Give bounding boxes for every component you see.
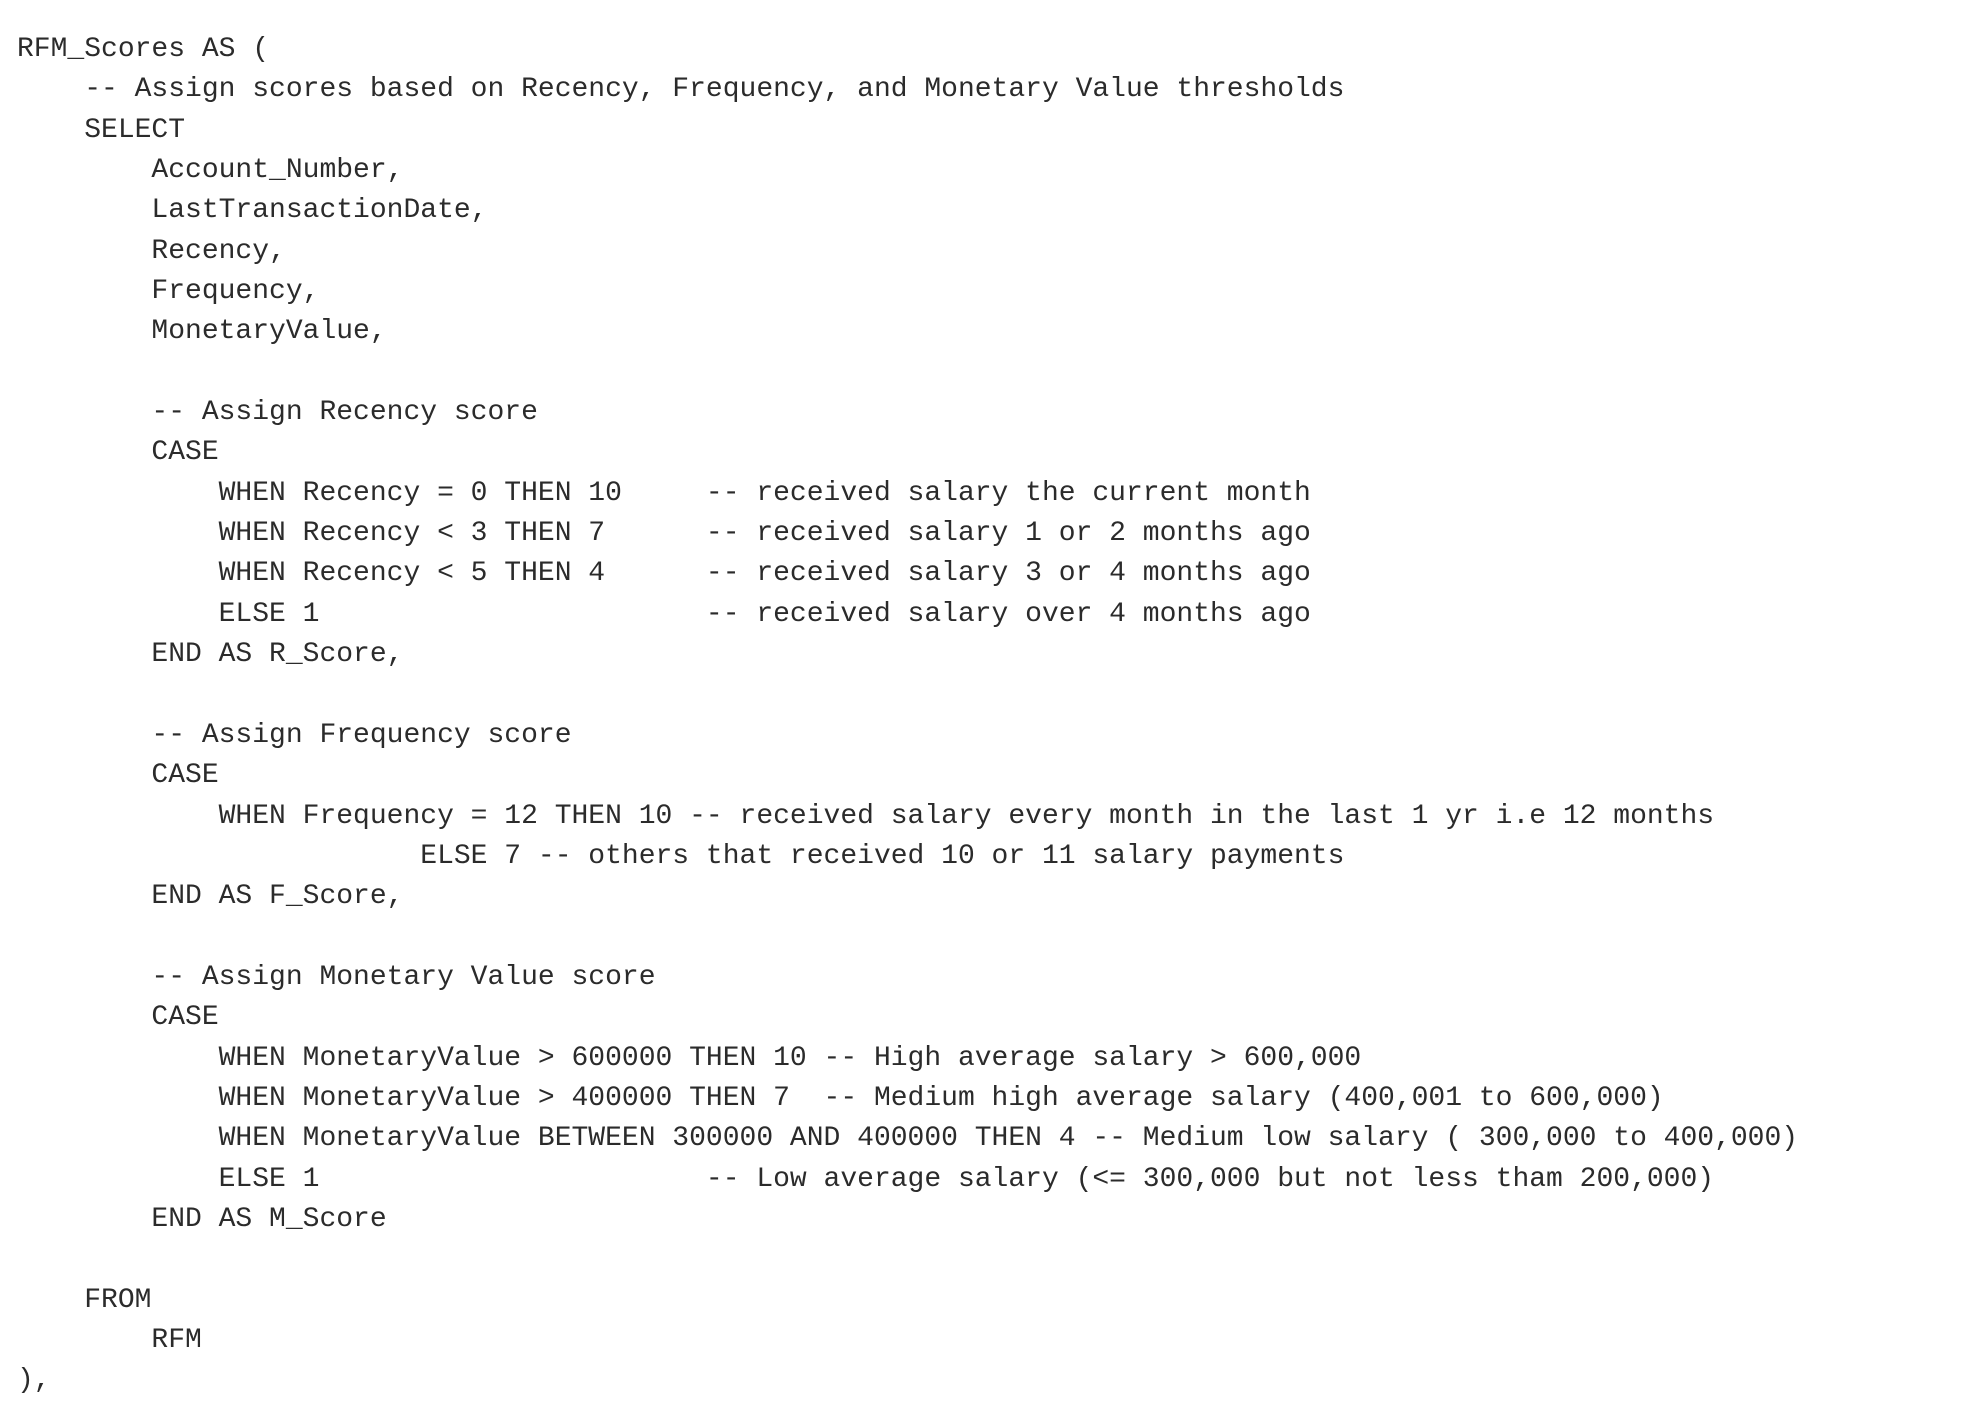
- code-line-32: FROM: [17, 1284, 152, 1316]
- code-line-28: WHEN MonetaryValue BETWEEN 300000 AND 40…: [17, 1123, 1799, 1155]
- code-line-16: END AS R_Score,: [17, 639, 404, 671]
- code-line-19: CASE: [17, 760, 219, 792]
- code-line-26: WHEN MonetaryValue > 600000 THEN 10 -- H…: [17, 1042, 1362, 1074]
- code-line-14: WHEN Recency < 5 THEN 4 -- received sala…: [17, 558, 1311, 590]
- code-line-30: END AS M_Score: [17, 1203, 387, 1235]
- code-line-1: RFM_Scores AS (: [17, 34, 270, 65]
- code-line-24: -- Assign Monetary Value score: [17, 961, 656, 993]
- code-line-25: CASE: [17, 1002, 219, 1034]
- code-line-4: Account_Number,: [17, 155, 404, 187]
- code-line-12: WHEN Recency = 0 THEN 10 -- received sal…: [17, 477, 1311, 509]
- code-line-10: -- Assign Recency score: [17, 397, 538, 429]
- code-line-33: RFM: [17, 1325, 202, 1356]
- code-line-5: LastTransactionDate,: [17, 195, 488, 227]
- code-line-6: Recency,: [17, 235, 286, 267]
- code-line-34: ),: [17, 1365, 51, 1397]
- code-line-3: SELECT: [17, 114, 186, 146]
- code-line-22: END AS F_Score,: [17, 881, 404, 913]
- code-line-18: -- Assign Frequency score: [17, 719, 572, 751]
- code-line-11: CASE: [17, 437, 219, 469]
- code-line-13: WHEN Recency < 3 THEN 7 -- received sala…: [17, 518, 1311, 550]
- code-line-7: Frequency,: [17, 276, 320, 308]
- code-line-27: WHEN MonetaryValue > 400000 THEN 7 -- Me…: [17, 1082, 1664, 1114]
- code-line-15: ELSE 1 -- received salary over 4 months …: [17, 598, 1311, 630]
- code-line-20: WHEN Frequency = 12 THEN 10 -- received …: [17, 800, 1715, 832]
- code-line-21: ELSE 7 -- others that received 10 or 11 …: [17, 840, 1345, 872]
- code-line-29: ELSE 1 -- Low average salary (<= 300,000…: [17, 1163, 1715, 1195]
- code-line-2: -- Assign scores based on Recency, Frequ…: [17, 74, 1345, 106]
- code-line-8: MonetaryValue,: [17, 316, 387, 348]
- sql-code-block: RFM_Scores AS ( -- Assign scores based o…: [17, 30, 1798, 1402]
